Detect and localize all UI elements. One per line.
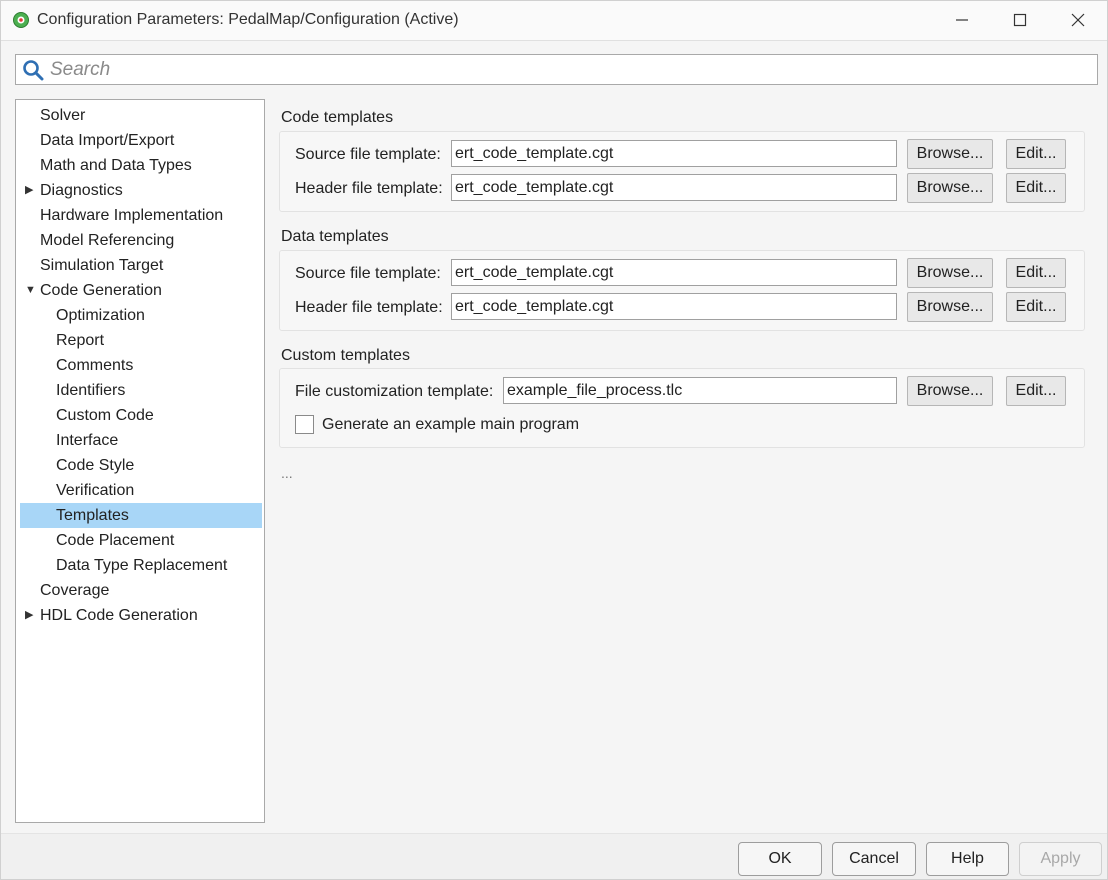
title-bar[interactable]: Configuration Parameters: PedalMap/Confi… xyxy=(1,1,1107,41)
config-parameters-window: Configuration Parameters: PedalMap/Confi… xyxy=(0,0,1108,880)
tree-item-comments[interactable]: Comments xyxy=(20,353,262,378)
collapse-arrow-icon[interactable]: ▼ xyxy=(25,278,36,303)
generate-main-label[interactable]: Generate an example main program xyxy=(322,416,579,434)
expand-arrow-icon[interactable]: ▶ xyxy=(25,603,35,628)
more-indicator: ... xyxy=(281,465,293,481)
tree-item-optimization[interactable]: Optimization xyxy=(20,303,262,328)
tree-item-custom-code[interactable]: Custom Code xyxy=(20,403,262,428)
tree-item-templates[interactable]: Templates xyxy=(20,503,262,528)
file-customization-field[interactable]: example_file_process.tlc xyxy=(503,377,897,404)
maximize-button[interactable] xyxy=(991,1,1049,39)
code-templates-group: Source file template: ert_code_template.… xyxy=(279,131,1085,212)
tree-item-interface[interactable]: Interface xyxy=(20,428,262,453)
code-source-label: Source file template: xyxy=(295,146,441,163)
search-icon xyxy=(23,60,44,81)
code-templates-title: Code templates xyxy=(281,109,394,126)
tree-item-verification[interactable]: Verification xyxy=(20,478,262,503)
tree-item-data-type-replacement[interactable]: Data Type Replacement xyxy=(20,553,262,578)
file-customization-edit-button[interactable]: Edit... xyxy=(1006,376,1066,406)
tree-item-data-import-export[interactable]: Data Import/Export xyxy=(20,128,262,153)
file-customization-label: File customization template: xyxy=(295,383,494,400)
tree-item-coverage[interactable]: Coverage xyxy=(20,578,262,603)
minimize-button[interactable] xyxy=(933,1,991,39)
data-header-edit-button[interactable]: Edit... xyxy=(1006,292,1066,322)
code-header-edit-button[interactable]: Edit... xyxy=(1006,173,1066,203)
cancel-button[interactable]: Cancel xyxy=(832,842,916,876)
tree-item-code-style[interactable]: Code Style xyxy=(20,453,262,478)
templates-panel: Code templates Source file template: ert… xyxy=(271,99,1101,829)
help-button[interactable]: Help xyxy=(926,842,1009,876)
tree-item-report[interactable]: Report xyxy=(20,328,262,353)
window-title: Configuration Parameters: PedalMap/Confi… xyxy=(37,11,459,28)
code-source-field[interactable]: ert_code_template.cgt xyxy=(451,140,897,167)
file-customization-browse-button[interactable]: Browse... xyxy=(907,376,993,406)
data-source-field[interactable]: ert_code_template.cgt xyxy=(451,259,897,286)
minimize-icon xyxy=(956,19,968,21)
expand-arrow-icon[interactable]: ▶ xyxy=(25,178,35,203)
tree-item-diagnostics[interactable]: ▶ Diagnostics xyxy=(20,178,262,203)
code-header-field[interactable]: ert_code_template.cgt xyxy=(451,174,897,201)
data-header-field[interactable]: ert_code_template.cgt xyxy=(451,293,897,320)
maximize-icon xyxy=(1013,13,1027,27)
code-source-edit-button[interactable]: Edit... xyxy=(1006,139,1066,169)
code-header-browse-button[interactable]: Browse... xyxy=(907,173,993,203)
custom-templates-group: File customization template: example_fil… xyxy=(279,368,1085,448)
gear-app-icon xyxy=(13,12,29,28)
tree-item-code-generation[interactable]: ▼ Code Generation xyxy=(20,278,262,303)
tree-item-code-placement[interactable]: Code Placement xyxy=(20,528,262,553)
data-header-label: Header file template: xyxy=(295,299,443,316)
tree-item-math-and-data-types[interactable]: Math and Data Types xyxy=(20,153,262,178)
code-header-label: Header file template: xyxy=(295,180,443,197)
tree-item-solver[interactable]: Solver xyxy=(20,103,262,128)
code-source-browse-button[interactable]: Browse... xyxy=(907,139,993,169)
custom-templates-title: Custom templates xyxy=(281,347,410,364)
tree-item-identifiers[interactable]: Identifiers xyxy=(20,378,262,403)
close-icon xyxy=(1071,13,1085,27)
tree-item-model-referencing[interactable]: Model Referencing xyxy=(20,228,262,253)
dialog-footer: OK Cancel Help Apply xyxy=(1,833,1107,879)
category-tree: Solver Data Import/Export Math and Data … xyxy=(15,99,265,823)
data-header-browse-button[interactable]: Browse... xyxy=(907,292,993,322)
data-templates-title: Data templates xyxy=(281,228,389,245)
apply-button[interactable]: Apply xyxy=(1019,842,1102,876)
data-templates-group: Source file template: ert_code_template.… xyxy=(279,250,1085,331)
generate-main-checkbox[interactable] xyxy=(295,415,314,434)
tree-item-hdl-code-generation[interactable]: ▶ HDL Code Generation xyxy=(20,603,262,628)
data-source-browse-button[interactable]: Browse... xyxy=(907,258,993,288)
search-input[interactable] xyxy=(50,57,1090,82)
tree-item-hardware-implementation[interactable]: Hardware Implementation xyxy=(20,203,262,228)
close-button[interactable] xyxy=(1049,1,1107,39)
data-source-edit-button[interactable]: Edit... xyxy=(1006,258,1066,288)
search-box[interactable] xyxy=(15,54,1098,85)
ok-button[interactable]: OK xyxy=(738,842,822,876)
tree-item-simulation-target[interactable]: Simulation Target xyxy=(20,253,262,278)
data-source-label: Source file template: xyxy=(295,265,441,282)
